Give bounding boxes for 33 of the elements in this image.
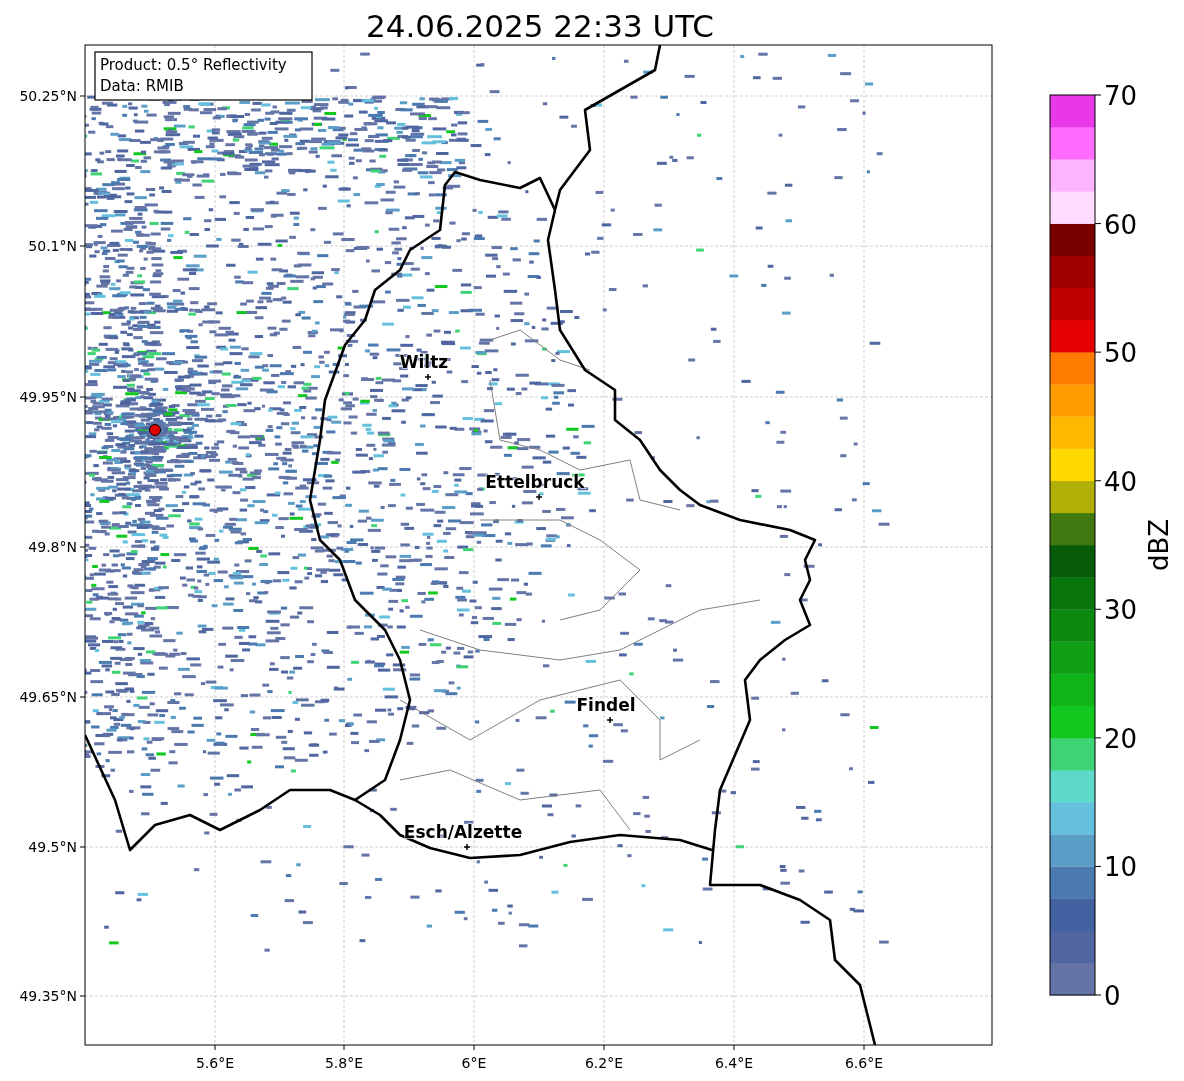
axis-tick-label: 50.1°N: [28, 238, 77, 254]
axis-tick-label: 49.95°N: [19, 389, 77, 405]
info-text: Product: 0.5° Reflectivity: [100, 56, 287, 74]
axis-tick-label: 6°E: [461, 1055, 487, 1071]
colorbar-label: dBZ: [1144, 518, 1174, 572]
city-label: Ettelbruck: [485, 472, 585, 492]
axis-tick-label: 49.8°N: [28, 539, 77, 555]
axis-tick-label: 49.65°N: [19, 689, 77, 705]
city-marker-icon: [463, 843, 471, 851]
city-marker-icon: [424, 373, 432, 381]
radar-site-icon: [149, 424, 161, 436]
axis-tick-label: 6.4°E: [714, 1055, 754, 1071]
colorbar-tick-label: 50: [1104, 338, 1138, 369]
city-marker-icon: [606, 716, 614, 724]
colorbar-tick-label: 30: [1104, 595, 1138, 626]
colorbar-tick-label: 0: [1104, 981, 1121, 1011]
axis-tick-label: 6.2°E: [584, 1055, 624, 1071]
axis-tick-label: 50.25°N: [19, 88, 77, 104]
chart-title: 24.06.2025 22:33 UTC: [366, 8, 714, 44]
axis-tick-label: 49.35°N: [19, 988, 77, 1004]
axis-tick-label: 6.6°E: [844, 1055, 884, 1071]
colorbar-tick-label: 10: [1104, 852, 1138, 883]
city-label: Findel: [576, 695, 636, 715]
colorbar-tick-label: 20: [1104, 723, 1138, 754]
colorbar-tick-label: 40: [1104, 466, 1138, 497]
axis-tick-label: 49.5°N: [28, 839, 77, 855]
city-marker-icon: [535, 493, 543, 501]
city-label: Esch/Alzette: [403, 822, 523, 842]
colorbar-tick-label: 60: [1104, 209, 1138, 240]
info-text: Data: RMIB: [100, 77, 184, 95]
axis-tick-label: 5.6°E: [195, 1055, 235, 1071]
axis-tick-label: 5.8°E: [324, 1055, 364, 1071]
colorbar-tick-label: 70: [1104, 81, 1138, 111]
